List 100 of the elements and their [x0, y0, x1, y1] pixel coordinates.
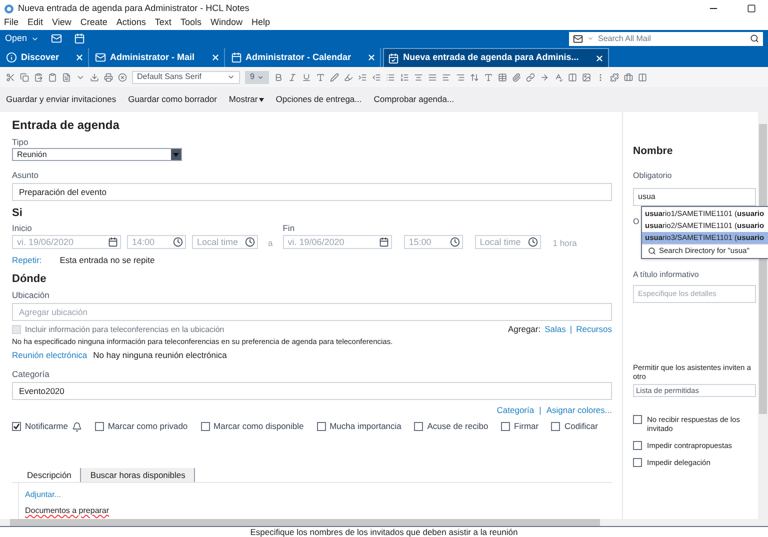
category-field[interactable]: Evento2020: [12, 382, 612, 400]
checkbox-label: Acuse de recibo: [427, 421, 488, 432]
required-invitees-field[interactable]: usua: [633, 188, 756, 206]
font-size-select[interactable]: 9: [245, 70, 269, 84]
indent-icon[interactable]: [358, 72, 367, 82]
briefcase-icon[interactable]: [624, 72, 633, 82]
highlighter-icon[interactable]: [344, 72, 353, 82]
paste-icon[interactable]: [34, 72, 43, 82]
close-icon[interactable]: [210, 53, 220, 62]
link-icon[interactable]: [526, 72, 535, 82]
action-button[interactable]: Mostrar: [228, 93, 264, 106]
align-left-icon[interactable]: [442, 72, 451, 82]
stop-icon[interactable]: [118, 72, 127, 82]
checkbox-label: Marcar como privado: [108, 421, 188, 432]
search-icon[interactable]: [750, 34, 759, 43]
checkbox[interactable]: [633, 458, 642, 467]
scroll-thumb[interactable]: [10, 519, 600, 526]
open-button[interactable]: Open: [5, 32, 40, 46]
search-input[interactable]: Search All Mail: [598, 32, 746, 44]
tab[interactable]: Nueva entrada de agenda para Adminis...: [383, 48, 609, 67]
action-button[interactable]: Guardar y enviar invitaciones: [6, 93, 116, 106]
field-label: Tipo: [12, 137, 30, 148]
checkbox[interactable]: [94, 422, 104, 431]
caret-icon: [227, 73, 235, 81]
action-button[interactable]: Guardar como borrador: [128, 93, 217, 106]
tab[interactable]: Buscar horas disponibles: [81, 468, 196, 482]
outdent-icon[interactable]: [372, 72, 381, 82]
mail-icon: [573, 34, 583, 44]
checkbox[interactable]: [633, 414, 642, 424]
attach-link[interactable]: Adjuntar...: [25, 489, 62, 500]
checkbox[interactable]: [414, 422, 424, 431]
calendar-icon[interactable]: [108, 237, 118, 247]
app-logo-icon: [4, 4, 14, 14]
italic-icon[interactable]: [288, 72, 297, 82]
repeat-link[interactable]: Repetir:: [12, 255, 42, 266]
mail-icon[interactable]: [51, 33, 62, 44]
menu-item[interactable]: File: [4, 16, 19, 30]
checkbox[interactable]: [551, 422, 560, 431]
menu-item[interactable]: Window: [210, 16, 242, 30]
calendar-icon[interactable]: [378, 237, 389, 247]
action-button[interactable]: Opciones de entrega...: [276, 93, 362, 106]
checkbox[interactable]: [501, 422, 510, 431]
menu-item[interactable]: Actions: [116, 16, 146, 30]
close-icon[interactable]: [594, 54, 604, 62]
menu-item[interactable]: Tools: [180, 16, 202, 30]
clock-icon[interactable]: [245, 237, 255, 247]
arrow-right-icon[interactable]: [540, 72, 549, 82]
print-icon[interactable]: [104, 72, 113, 82]
maximize-icon[interactable]: [747, 4, 756, 13]
link-separator: |: [539, 405, 542, 416]
panel-icon[interactable]: [638, 72, 647, 82]
bold-icon[interactable]: [274, 72, 283, 82]
menu-item[interactable]: Create: [80, 16, 108, 30]
text-color-icon[interactable]: [316, 72, 325, 82]
line-spacing-icon[interactable]: [470, 72, 479, 82]
add-link[interactable]: Recursos: [576, 324, 612, 335]
horizontal-scrollbar[interactable]: [0, 519, 768, 526]
bullet-list-icon[interactable]: [386, 72, 395, 82]
clock-icon[interactable]: [173, 237, 183, 247]
checkbox[interactable]: [12, 422, 21, 431]
menu-item[interactable]: Text: [154, 16, 172, 30]
numbered-list-icon[interactable]: [400, 72, 409, 82]
table-icon[interactable]: [498, 72, 507, 82]
menu-item[interactable]: Help: [251, 16, 270, 30]
checkbox[interactable]: [316, 422, 326, 431]
category-link[interactable]: Categoría: [496, 405, 534, 416]
checkbox[interactable]: [633, 440, 642, 450]
menu-item[interactable]: View: [52, 16, 72, 30]
image-icon[interactable]: [582, 72, 591, 82]
copy-icon[interactable]: [20, 72, 29, 82]
paperclip-icon[interactable]: [512, 72, 521, 82]
clipboard-icon[interactable]: [48, 72, 57, 82]
description-text: Documentos a preparar: [25, 505, 110, 516]
add-link[interactable]: Salas: [544, 324, 566, 335]
underline-icon[interactable]: [302, 72, 311, 82]
action-button[interactable]: Comprobar agenda...: [374, 93, 454, 106]
category-link[interactable]: Asignar colores...: [546, 405, 612, 416]
align-justify-icon[interactable]: [428, 72, 437, 82]
align-center-icon[interactable]: [414, 72, 423, 82]
cut-icon[interactable]: [6, 72, 15, 82]
online-meeting-link[interactable]: Reunión electrónica: [12, 350, 88, 361]
checkbox[interactable]: [200, 422, 210, 431]
type-select[interactable]: Reunión: [12, 148, 182, 161]
search-field[interactable]: Search All Mail: [569, 32, 763, 46]
frame-icon[interactable]: [568, 72, 577, 82]
clock-icon[interactable]: [528, 237, 538, 247]
menu-item[interactable]: Edit: [28, 16, 44, 30]
font-icon[interactable]: [484, 72, 493, 82]
subject-field[interactable]: Preparación del evento: [12, 183, 612, 201]
font-select[interactable]: Default Sans Serif: [132, 70, 240, 84]
align-right-icon[interactable]: [456, 72, 465, 82]
spell-check-icon[interactable]: [554, 72, 563, 82]
location-field[interactable]: Agregar ubicación: [12, 303, 612, 321]
close-icon[interactable]: [75, 53, 84, 62]
puzzle-icon[interactable]: [610, 72, 619, 82]
clock-icon[interactable]: [450, 237, 460, 247]
download-icon[interactable]: [90, 72, 99, 82]
pen-icon[interactable]: [330, 72, 339, 82]
close-icon[interactable]: [367, 53, 376, 62]
new-document-icon[interactable]: [62, 72, 71, 82]
